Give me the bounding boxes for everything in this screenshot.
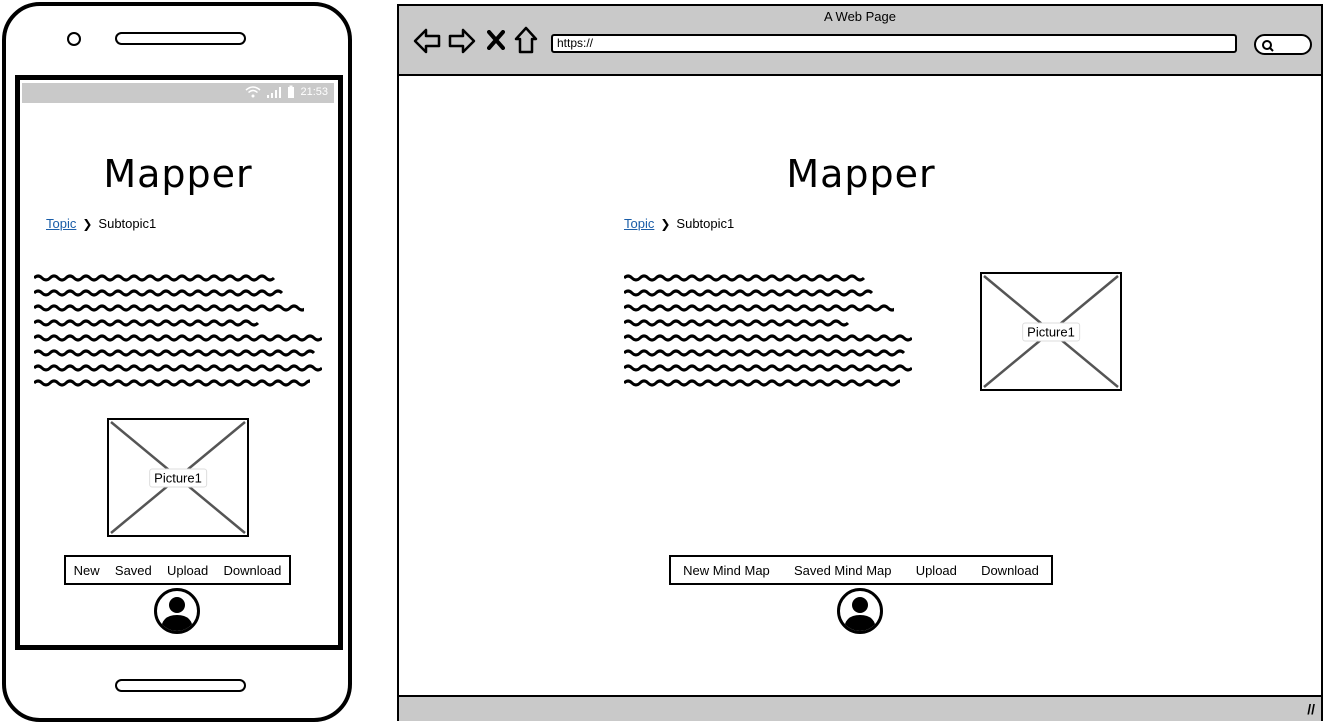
- browser-picture-placeholder: Picture1: [980, 272, 1122, 391]
- phone-page-title: Mapper: [103, 152, 253, 196]
- menu-new-mind-map-button[interactable]: New Mind Map: [683, 563, 770, 578]
- text-line: [34, 304, 324, 312]
- phone-user-avatar[interactable]: [154, 588, 200, 634]
- browser-user-avatar[interactable]: [837, 588, 883, 634]
- text-line: [34, 319, 324, 327]
- browser-status-bar: //: [399, 695, 1321, 721]
- user-icon: [844, 597, 876, 631]
- browser-menu-bar: New Mind Map Saved Mind Map Upload Downl…: [669, 555, 1053, 585]
- phone-picture-placeholder: Picture1: [107, 418, 249, 537]
- text-line: [624, 319, 914, 327]
- user-icon: [161, 597, 193, 631]
- browser-breadcrumb: Topic ❯ Subtopic1: [624, 216, 734, 231]
- menu-upload-button[interactable]: Upload: [167, 563, 208, 578]
- search-button[interactable]: [1254, 34, 1312, 55]
- text-line: [34, 364, 324, 372]
- text-line: [34, 379, 324, 387]
- text-line: [624, 379, 914, 387]
- menu-download-button[interactable]: Download: [224, 563, 282, 578]
- breadcrumb-current: Subtopic1: [98, 216, 157, 231]
- breadcrumb-link-topic[interactable]: Topic: [46, 216, 76, 231]
- breadcrumb-current: Subtopic1: [676, 216, 735, 231]
- text-line: [34, 289, 324, 297]
- browser-page-title: Mapper: [786, 152, 936, 196]
- close-x-icon[interactable]: [487, 30, 505, 50]
- front-camera: [67, 32, 81, 46]
- text-line: [624, 304, 914, 312]
- url-input[interactable]: https://: [551, 34, 1237, 53]
- resize-handle-icon[interactable]: //: [1307, 701, 1315, 717]
- phone-breadcrumb: Topic ❯ Subtopic1: [46, 216, 156, 231]
- phone-body-text: [34, 274, 324, 387]
- forward-arrow-icon[interactable]: [448, 28, 476, 54]
- chevron-right-icon: ❯: [660, 216, 671, 231]
- text-line: [624, 274, 914, 282]
- menu-new-button[interactable]: New: [74, 563, 100, 578]
- status-icons: 21:53: [245, 85, 328, 99]
- status-time: 21:53: [300, 86, 328, 98]
- phone-speaker: [115, 32, 246, 45]
- picture-label: Picture1: [149, 468, 207, 487]
- home-icon[interactable]: [513, 26, 539, 54]
- signal-icon: [267, 87, 282, 98]
- text-line: [624, 334, 914, 342]
- phone-menu-bar: New Saved Upload Download: [64, 555, 291, 585]
- back-arrow-icon[interactable]: [413, 28, 441, 54]
- phone-status-bar: 21:53: [22, 83, 334, 103]
- text-line: [34, 349, 324, 357]
- search-icon: [1262, 40, 1274, 52]
- browser-toolbar: A Web Page https://: [399, 6, 1321, 76]
- menu-download-button[interactable]: Download: [981, 563, 1039, 578]
- menu-saved-mind-map-button[interactable]: Saved Mind Map: [794, 563, 892, 578]
- menu-upload-button[interactable]: Upload: [916, 563, 957, 578]
- breadcrumb-link-topic[interactable]: Topic: [624, 216, 654, 231]
- text-line: [624, 349, 914, 357]
- picture-label: Picture1: [1022, 322, 1080, 341]
- text-line: [624, 364, 914, 372]
- menu-saved-button[interactable]: Saved: [115, 563, 152, 578]
- wifi-icon: [245, 86, 261, 98]
- phone-home-bar[interactable]: [115, 679, 246, 692]
- browser-body-text: [624, 274, 914, 387]
- chevron-right-icon: ❯: [82, 216, 93, 231]
- battery-icon: [288, 85, 295, 98]
- text-line: [624, 289, 914, 297]
- text-line: [34, 334, 324, 342]
- text-line: [34, 274, 324, 282]
- window-title: A Web Page: [823, 9, 897, 24]
